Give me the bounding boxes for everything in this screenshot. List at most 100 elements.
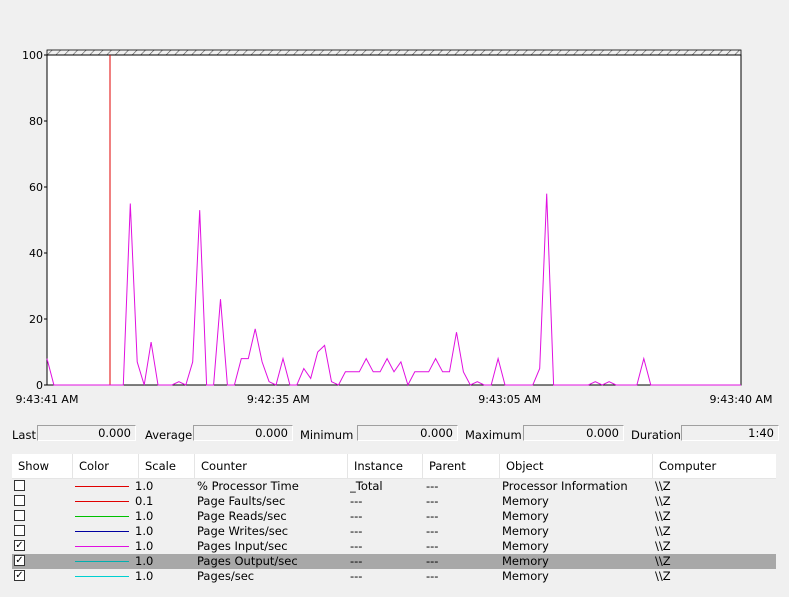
scale-cell: 1.0 — [135, 539, 154, 553]
object-cell: Memory — [502, 509, 549, 523]
statistics-bar: Last 0.000 Average 0.000 Minimum 0.000 M… — [0, 424, 789, 444]
parent-cell: --- — [426, 509, 439, 523]
counter-list-header: Show Color Scale Counter Instance Parent… — [12, 454, 776, 479]
table-row[interactable]: ✓ 1.0 Pages/sec --- --- Memory \\Z — [12, 569, 776, 584]
minimum-value: 0.000 — [357, 425, 458, 441]
show-checkbox[interactable]: ✓ — [14, 540, 25, 551]
scale-cell: 1.0 — [135, 569, 154, 583]
parent-cell: --- — [426, 494, 439, 508]
y-axis: 100 80 60 40 20 0 — [22, 49, 47, 392]
last-label: Last — [12, 428, 36, 442]
parent-cell: --- — [426, 554, 439, 568]
computer-cell: \\Z — [655, 554, 671, 568]
instance-cell: --- — [350, 539, 363, 553]
counter-cell: Pages/sec — [197, 569, 255, 583]
performance-graph[interactable]: 100 80 60 40 20 0 9:43:41 AM 9:42:35 AM 9:43:05… — [0, 0, 789, 410]
scale-cell: 1.0 — [135, 554, 154, 568]
show-checkbox[interactable] — [14, 510, 25, 521]
duration-label: Duration — [631, 428, 681, 442]
parent-cell: --- — [426, 539, 439, 553]
col-header-instance[interactable]: Instance — [348, 454, 423, 478]
scale-cell: 1.0 — [135, 524, 154, 538]
color-swatch — [75, 501, 129, 502]
color-swatch — [75, 546, 129, 547]
y-tick-label: 20 — [29, 313, 43, 326]
color-swatch — [75, 576, 129, 577]
table-row[interactable]: 1.0 Page Writes/sec --- --- Memory \\Z — [12, 524, 776, 539]
instance-cell: --- — [350, 509, 363, 523]
col-header-color[interactable]: Color — [73, 454, 139, 478]
minimum-label: Minimum — [300, 428, 354, 442]
col-header-counter[interactable]: Counter — [195, 454, 348, 478]
counter-cell: Pages Output/sec — [197, 554, 298, 568]
x-tick-label: 9:43:40 AM — [710, 393, 773, 406]
show-checkbox[interactable] — [14, 480, 25, 491]
instance-cell: _Total — [350, 479, 383, 493]
table-row[interactable]: ✓ 1.0 Pages Output/sec --- --- Memory \\Z — [12, 554, 776, 569]
counter-cell: % Processor Time — [197, 479, 299, 493]
show-checkbox[interactable] — [14, 525, 25, 536]
parent-cell: --- — [426, 479, 439, 493]
maximum-value: 0.000 — [523, 425, 624, 441]
computer-cell: \\Z — [655, 509, 671, 523]
col-header-show[interactable]: Show — [12, 454, 73, 478]
table-row[interactable]: 1.0 % Processor Time _Total --- Processor In… — [12, 479, 776, 494]
show-checkbox[interactable]: ✓ — [14, 570, 25, 581]
instance-cell: --- — [350, 569, 363, 583]
x-tick-label: 9:42:35 AM — [247, 393, 310, 406]
object-cell: Memory — [502, 524, 549, 538]
instance-cell: --- — [350, 554, 363, 568]
x-tick-label: 9:43:41 AM — [16, 393, 79, 406]
col-header-scale[interactable]: Scale — [139, 454, 195, 478]
instance-cell: --- — [350, 494, 363, 508]
y-tick-label: 80 — [29, 115, 43, 128]
color-swatch — [75, 531, 129, 532]
color-swatch — [75, 486, 129, 487]
object-cell: Memory — [502, 554, 549, 568]
y-tick-label: 100 — [22, 49, 43, 62]
table-row[interactable]: ✓ 1.0 Pages Input/sec --- --- Memory \\Z — [12, 539, 776, 554]
col-header-parent[interactable]: Parent — [423, 454, 500, 478]
duration-value: 1:40 — [681, 425, 779, 441]
scale-cell: 1.0 — [135, 509, 154, 523]
object-cell: Memory — [502, 494, 549, 508]
counter-list[interactable]: Show Color Scale Counter Instance Parent… — [12, 454, 776, 584]
table-row[interactable]: 1.0 Page Reads/sec --- --- Memory \\Z — [12, 509, 776, 524]
show-checkbox[interactable]: ✓ — [14, 555, 25, 566]
graph-hatch-band — [46, 49, 742, 56]
scale-cell: 1.0 — [135, 479, 154, 493]
computer-cell: \\Z — [655, 569, 671, 583]
parent-cell: --- — [426, 569, 439, 583]
counter-rows: 1.0% Processor Time _Total --- Processor In… — [12, 479, 776, 584]
y-tick-label: 40 — [29, 247, 43, 260]
computer-cell: \\Z — [655, 479, 671, 493]
scale-cell: 0.1 — [135, 494, 154, 508]
y-tick-label: 0 — [36, 379, 43, 392]
col-header-object[interactable]: Object — [500, 454, 653, 478]
show-checkbox[interactable] — [14, 495, 25, 506]
parent-cell: --- — [426, 524, 439, 538]
y-tick-label: 60 — [29, 181, 43, 194]
average-value: 0.000 — [193, 425, 293, 441]
computer-cell: \\Z — [655, 494, 671, 508]
x-axis: 9:43:41 AM 9:42:35 AM 9:43:05 AM 9:43:40 AM — [16, 393, 773, 406]
counter-cell: Page Faults/sec — [197, 494, 286, 508]
counter-cell: Pages Input/sec — [197, 539, 288, 553]
instance-cell: --- — [350, 524, 363, 538]
color-swatch — [75, 516, 129, 517]
last-value: 0.000 — [37, 425, 136, 441]
col-header-computer[interactable]: Computer — [653, 454, 776, 478]
plot-area — [46, 54, 742, 386]
color-swatch — [75, 561, 129, 562]
maximum-label: Maximum — [465, 428, 522, 442]
object-cell: Memory — [502, 539, 549, 553]
object-cell: Memory — [502, 569, 549, 583]
computer-cell: \\Z — [655, 524, 671, 538]
counter-cell: Page Writes/sec — [197, 524, 289, 538]
object-cell: Processor Information — [502, 479, 628, 493]
x-tick-label: 9:43:05 AM — [478, 393, 541, 406]
computer-cell: \\Z — [655, 539, 671, 553]
average-label: Average — [145, 428, 193, 442]
counter-cell: Page Reads/sec — [197, 509, 287, 523]
table-row[interactable]: 0.1 Page Faults/sec --- --- Memory \\Z — [12, 494, 776, 509]
